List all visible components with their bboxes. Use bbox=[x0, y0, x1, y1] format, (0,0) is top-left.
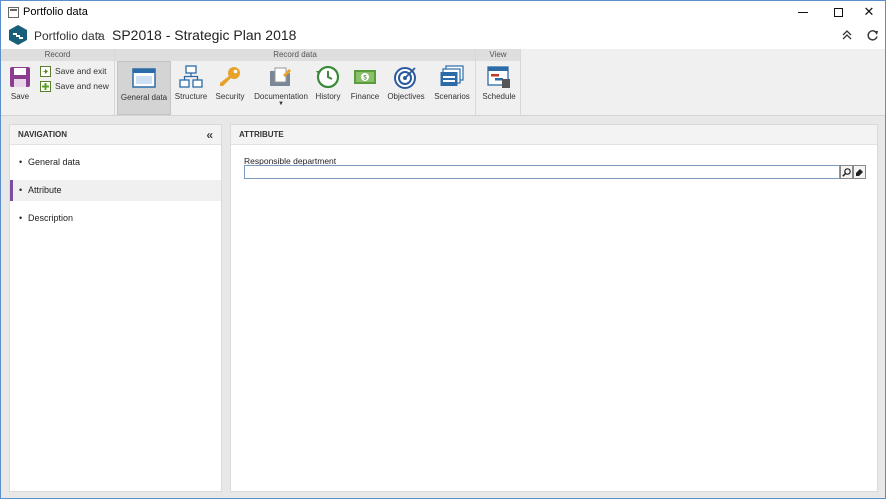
attribute-title: ATTRIBUTE bbox=[239, 130, 284, 139]
scenarios-icon bbox=[440, 65, 464, 86]
close-icon: ✕ bbox=[863, 4, 875, 19]
general-data-button[interactable]: General data bbox=[117, 61, 171, 115]
save-and-exit-icon bbox=[40, 65, 51, 77]
ribbon-group-label: View bbox=[476, 49, 520, 61]
structure-icon bbox=[179, 65, 203, 88]
history-icon bbox=[316, 65, 340, 89]
collapse-ribbon-icon[interactable] bbox=[840, 28, 854, 42]
maximize-button[interactable] bbox=[821, 1, 855, 23]
navigation-panel: NAVIGATION « • General data • Attribute … bbox=[9, 124, 222, 492]
close-button[interactable]: ✕ bbox=[852, 1, 886, 23]
nav-item-label: Attribute bbox=[28, 185, 62, 195]
finance-button[interactable]: $ Finance bbox=[348, 61, 382, 115]
window-title: Portfolio data bbox=[23, 6, 88, 18]
schedule-label: Schedule bbox=[482, 92, 516, 101]
objectives-button[interactable]: Objectives bbox=[385, 61, 427, 115]
scenarios-button[interactable]: Scenarios bbox=[431, 61, 473, 115]
minimize-icon bbox=[798, 11, 808, 13]
refresh-icon[interactable] bbox=[865, 28, 879, 42]
breadcrumb-root[interactable]: Portfolio data bbox=[34, 29, 105, 43]
application-window: Portfolio data ✕ Portfolio data › SP2018… bbox=[0, 0, 886, 499]
history-button[interactable]: History bbox=[312, 61, 344, 115]
ribbon-group-view: View Schedule bbox=[476, 49, 521, 116]
nav-item-general-data[interactable]: • General data bbox=[10, 152, 221, 173]
documentation-button[interactable]: Documentation ▼ bbox=[252, 61, 310, 115]
save-and-new-icon bbox=[40, 80, 51, 92]
bullet-icon: • bbox=[19, 185, 23, 195]
history-label: History bbox=[315, 92, 341, 101]
page-title: SP2018 - Strategic Plan 2018 bbox=[112, 27, 297, 43]
save-and-exit-button[interactable]: Save and exit bbox=[40, 64, 107, 78]
navigation-header: NAVIGATION « bbox=[10, 125, 221, 145]
structure-label: Structure bbox=[174, 92, 208, 101]
search-icon bbox=[842, 167, 851, 177]
save-and-new-label: Save and new bbox=[55, 81, 109, 91]
content-area: NAVIGATION « • General data • Attribute … bbox=[1, 116, 885, 498]
documentation-icon bbox=[270, 67, 291, 86]
attribute-panel: ATTRIBUTE Responsible department bbox=[230, 124, 878, 492]
schedule-icon bbox=[487, 66, 510, 88]
schedule-button[interactable]: Schedule bbox=[480, 61, 518, 115]
bullet-icon: • bbox=[19, 213, 23, 223]
minimize-button[interactable] bbox=[786, 1, 820, 23]
app-window-icon bbox=[8, 7, 19, 18]
nav-item-label: General data bbox=[28, 157, 81, 167]
eraser-icon bbox=[856, 168, 863, 176]
ribbon-group-record-data: Record data General data Structure Secur… bbox=[115, 49, 476, 116]
search-button[interactable] bbox=[840, 165, 853, 179]
general-data-icon bbox=[132, 68, 156, 88]
finance-label: Finance bbox=[350, 92, 380, 101]
objectives-label: Objectives bbox=[387, 92, 425, 101]
nav-item-attribute[interactable]: • Attribute bbox=[10, 180, 221, 201]
ribbon-toolbar: Record Save Save and exit Save and new R… bbox=[1, 49, 885, 116]
save-and-new-button[interactable]: Save and new bbox=[40, 79, 109, 93]
general-data-label: General data bbox=[120, 93, 168, 102]
save-icon bbox=[10, 67, 30, 87]
save-and-exit-label: Save and exit bbox=[55, 66, 107, 76]
dropdown-arrow-icon: ▼ bbox=[278, 101, 284, 107]
nav-item-description[interactable]: • Description bbox=[10, 208, 221, 229]
clear-button[interactable] bbox=[853, 165, 866, 179]
bullet-icon: • bbox=[19, 157, 23, 167]
portfolio-logo-icon bbox=[9, 25, 27, 45]
finance-icon: $ bbox=[354, 70, 376, 84]
responsible-department-input[interactable] bbox=[244, 165, 840, 179]
breadcrumb: Portfolio data › SP2018 - Strategic Plan… bbox=[1, 23, 885, 49]
security-label: Security bbox=[215, 92, 245, 101]
breadcrumb-separator-icon: › bbox=[97, 27, 102, 42]
structure-button[interactable]: Structure bbox=[173, 61, 209, 115]
ribbon-group-label: Record data bbox=[115, 49, 475, 61]
security-button[interactable]: Security bbox=[212, 61, 248, 115]
save-button[interactable]: Save bbox=[5, 61, 35, 115]
ribbon-group-label: Record bbox=[1, 49, 114, 61]
attribute-header: ATTRIBUTE bbox=[231, 125, 877, 145]
key-icon bbox=[220, 67, 240, 86]
maximize-icon bbox=[833, 7, 843, 17]
target-icon bbox=[394, 67, 416, 89]
ribbon-group-record: Record Save Save and exit Save and new bbox=[1, 49, 115, 116]
collapse-panel-icon[interactable]: « bbox=[206, 128, 213, 142]
navigation-title: NAVIGATION bbox=[18, 130, 68, 139]
title-bar: Portfolio data ✕ bbox=[1, 1, 885, 23]
save-label: Save bbox=[10, 92, 30, 101]
nav-item-label: Description bbox=[28, 213, 74, 223]
scenarios-label: Scenarios bbox=[434, 92, 470, 101]
documentation-label: Documentation bbox=[254, 92, 308, 101]
